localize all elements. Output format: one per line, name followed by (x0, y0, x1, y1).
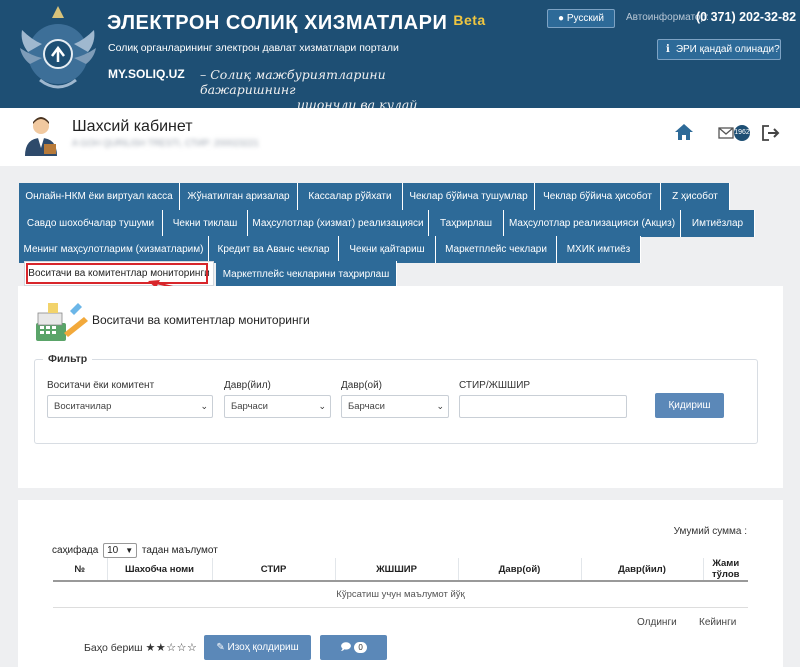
edit-icon: ✎ (216, 642, 225, 653)
rating-control: Баҳо бериш ★★☆☆☆ (84, 642, 198, 654)
tab-excise-sales[interactable]: Маҳсулотлар реализацияси (Акциз) (504, 210, 681, 237)
pager-next-link[interactable]: Кейинги (699, 617, 736, 628)
total-sum-label: Умумий сумма : (673, 526, 747, 537)
tab-marketplace-edit[interactable]: Маркетплейс чекларини таҳрирлаш (216, 261, 397, 288)
column-header[interactable]: ЖШШИР (335, 558, 459, 582)
logout-icon[interactable] (762, 125, 780, 141)
tab-restore-receipt[interactable]: Чекни тиклаш (163, 210, 248, 237)
column-header[interactable]: № (53, 558, 108, 582)
results-panel: Умумий сумма : саҳифада 10 ▼ тадан маълум… (18, 500, 783, 667)
site-title: ЭЛЕКТРОН СОЛИҚ ХИЗМАТЛАРИ Beta (107, 12, 486, 34)
globe-icon: ● (558, 13, 565, 24)
month-label: Давр(ой) (341, 380, 383, 391)
stir-label: СТИР/ЖШШИР (459, 380, 531, 391)
eri-info-button[interactable]: i ЭРИ қандай олинади? (657, 39, 781, 60)
intermediary-label: Воситачи ёки комитент (47, 380, 155, 391)
avatar (25, 117, 57, 156)
chevron-down-icon: ⌄ (436, 401, 444, 411)
chat-icon: 🗩 (340, 642, 352, 653)
month-select[interactable]: Барчаси ⌄ (341, 395, 449, 418)
user-details: A GOH QURILISH TRESTI, СТИР: 200023221 (72, 138, 259, 148)
column-header[interactable]: Шахобча номи (107, 558, 213, 582)
site-url[interactable]: MY.SOLIQ.UZ (108, 67, 185, 81)
tab-sent-applications[interactable]: Жўнатилган аризалар (180, 183, 298, 210)
chevron-down-icon: ⌄ (200, 401, 208, 411)
tab-marketplace-receipts[interactable]: Маркетплейс чеклари (436, 236, 557, 263)
tab-receipt-report[interactable]: Чеклар бўйича ҳисобот (535, 183, 661, 210)
column-header[interactable]: Давр(ой) (458, 558, 582, 582)
star-rating[interactable]: ★★☆☆☆ (146, 642, 198, 654)
tab-return-receipt[interactable]: Чекни қайтариш (339, 236, 436, 263)
tab-z-report[interactable]: Z ҳисобот (661, 183, 730, 210)
chevron-down-icon: ⌄ (318, 401, 326, 411)
filter-box: Фильтр Воситачи ёки комитент Воситачилар… (34, 353, 758, 444)
pager-prev-link[interactable]: Олдинги (637, 617, 677, 628)
tab-edit[interactable]: Таҳрирлаш (429, 210, 504, 237)
column-header[interactable]: Давр(йил) (581, 558, 704, 582)
filter-legend: Фильтр (43, 353, 93, 365)
site-subtitle: Солиқ органларининг электрон давлат хизм… (108, 42, 399, 54)
tab-my-products[interactable]: Менинг маҳсулотларим (хизматларим) (19, 236, 209, 263)
year-select[interactable]: Барчаси ⌄ (224, 395, 331, 418)
empty-message: Кўрсатиш учун маълумот йўқ (53, 581, 748, 608)
tab-mxik-privilege[interactable]: МХИК имтиёз (557, 236, 641, 263)
tab-online-nkm[interactable]: Онлайн-НКМ ёки виртуал касса (19, 183, 180, 210)
logo-icon[interactable] (18, 2, 98, 98)
leave-comment-button[interactable]: ✎ Изоҳ қолдириш (204, 635, 311, 660)
intermediary-select[interactable]: Воситачилар ⌄ (47, 395, 213, 418)
panel-title: Воситачи ва комитентлар мониторинги (92, 313, 310, 327)
stir-input[interactable] (459, 395, 627, 418)
chevron-down-icon: ▼ (125, 546, 134, 555)
language-button[interactable]: ● Русский (547, 9, 615, 28)
column-header[interactable]: СТИР (212, 558, 336, 582)
comments-button[interactable]: 🗩 0 (320, 635, 387, 660)
beta-badge: Beta (453, 12, 486, 28)
column-header[interactable]: Жами тўлов (703, 558, 748, 582)
info-icon: i (666, 44, 670, 55)
year-label: Давр(йил) (224, 380, 271, 391)
user-bar: Шахсий кабинет A GOH QURILISH TRESTI, СТ… (0, 108, 800, 166)
tab-product-sales[interactable]: Маҳсулотлар (хизмат) реализацияси (248, 210, 429, 237)
tab-privileges[interactable]: Имтиёзлар (681, 210, 755, 237)
tab-credit-advance[interactable]: Кредит ва Аванс чеклар (209, 236, 339, 263)
tab-cash-registers[interactable]: Кассалар рўйхати (298, 183, 403, 210)
results-table: № Шахобча номи СТИР ЖШШИР Давр(ой) Давр(… (53, 558, 748, 608)
table-header-row: № Шахобча номи СТИР ЖШШИР Давр(ой) Давр(… (53, 558, 748, 582)
table-row: Кўрсатиш учун маълумот йўқ (53, 581, 748, 608)
cash-register-icon (36, 303, 88, 341)
autoinformator-phone: (0 371) 202-32-82 (696, 10, 797, 24)
mail-badge[interactable]: 1962 (734, 125, 750, 141)
per-page-select[interactable]: 10 ▼ (103, 543, 138, 558)
search-button[interactable]: Қидириш (655, 393, 724, 418)
comment-count-badge: 0 (354, 642, 367, 653)
mail-icon[interactable] (718, 126, 734, 140)
tab-outlet-revenue[interactable]: Савдо шохобчалар тушуми (19, 210, 163, 237)
cabinet-title: Шахсий кабинет (72, 118, 193, 135)
monitoring-panel: Воситачи ва комитентлар мониторинги Филь… (18, 286, 783, 488)
slogan-line1: – Солиқ мажбуриятларини бажаришнинг (200, 67, 386, 97)
site-header: ЭЛЕКТРОН СОЛИҚ ХИЗМАТЛАРИ Beta Солиқ орга… (0, 0, 800, 127)
tab-receipt-revenue[interactable]: Чеклар бўйича тушумлар (403, 183, 535, 210)
home-icon[interactable] (674, 123, 694, 141)
per-page-control: саҳифада 10 ▼ тадан маълумот (52, 543, 218, 558)
